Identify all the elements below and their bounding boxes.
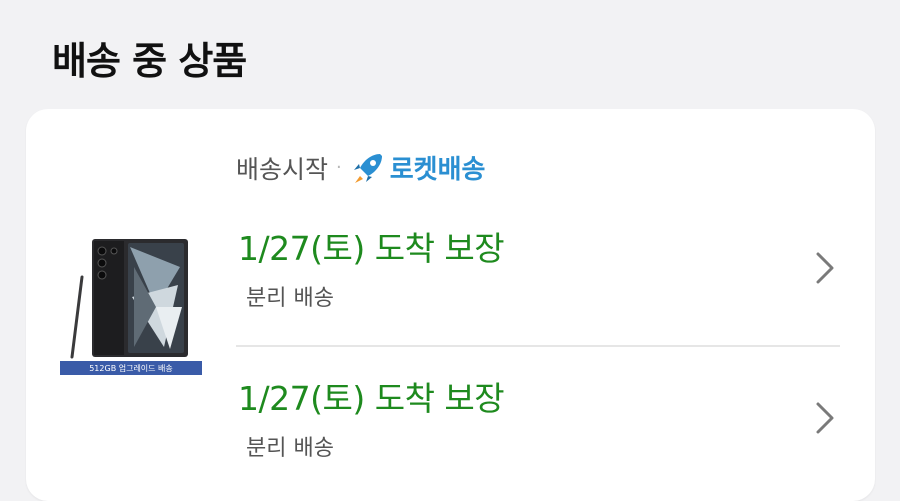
section-title: 배송 중 상품 [52, 39, 247, 83]
shipping-status-label: 배송시작 [236, 154, 329, 184]
shipping-status: 배송시작 · 로켓배송 [236, 149, 485, 186]
delivery-row[interactable]: 1/27(토) 도착 보장 분리 배송 [236, 372, 840, 488]
split-shipping-note: 분리 배송 [246, 436, 334, 461]
product-image[interactable]: 512GB 업그레이드 배송 [60, 237, 202, 375]
status-separator: · [336, 157, 342, 178]
chevron-right-icon[interactable] [814, 400, 836, 436]
divider [236, 345, 840, 347]
shipment-card: 512GB 업그레이드 배송 배송시작 · 로켓배송 1/27(토) 도착 보장… [26, 109, 875, 501]
chevron-right-icon[interactable] [814, 250, 836, 286]
product-badge-text: 512GB 업그레이드 배송 [89, 363, 173, 373]
delivery-row[interactable]: 1/27(토) 도착 보장 분리 배송 [236, 222, 840, 338]
rocket-delivery-label: 로켓배송 [389, 155, 486, 185]
arrival-guarantee: 1/27(토) 도착 보장 [238, 379, 505, 418]
split-shipping-note: 분리 배송 [246, 286, 334, 311]
arrival-guarantee: 1/27(토) 도착 보장 [238, 229, 505, 268]
rocket-icon [353, 153, 382, 183]
